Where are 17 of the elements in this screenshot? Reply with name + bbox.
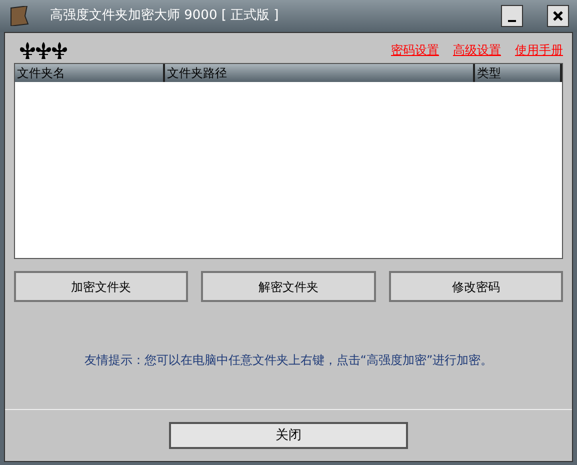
action-button[interactable]: 修改密码 [388, 271, 563, 302]
fleur-de-lis-icon [36, 42, 51, 58]
column-header[interactable]: 文件夹名 [15, 64, 165, 82]
close-button[interactable]: 关闭 [169, 422, 408, 449]
action-button[interactable]: 加密文件夹 [14, 271, 188, 302]
close-icon [553, 11, 563, 21]
app-icon [8, 6, 30, 26]
column-header[interactable]: 类型 [475, 64, 562, 82]
fleur-de-lis-icon [20, 42, 35, 58]
minimize-icon [508, 20, 516, 22]
minimize-button[interactable] [501, 5, 523, 27]
column-header[interactable]: 文件夹路径 [165, 64, 475, 82]
hint-text: 友情提示：您可以在电脑中任意文件夹上右键，点击“高强度加密”进行加密。 [84, 352, 493, 369]
close-icon-button[interactable] [547, 5, 569, 27]
action-button[interactable]: 解密文件夹 [201, 271, 376, 302]
window-title: 高强度文件夹加密大师 9000 [ 正式版 ] [50, 7, 280, 26]
fleur-de-lis-icon [52, 42, 67, 58]
